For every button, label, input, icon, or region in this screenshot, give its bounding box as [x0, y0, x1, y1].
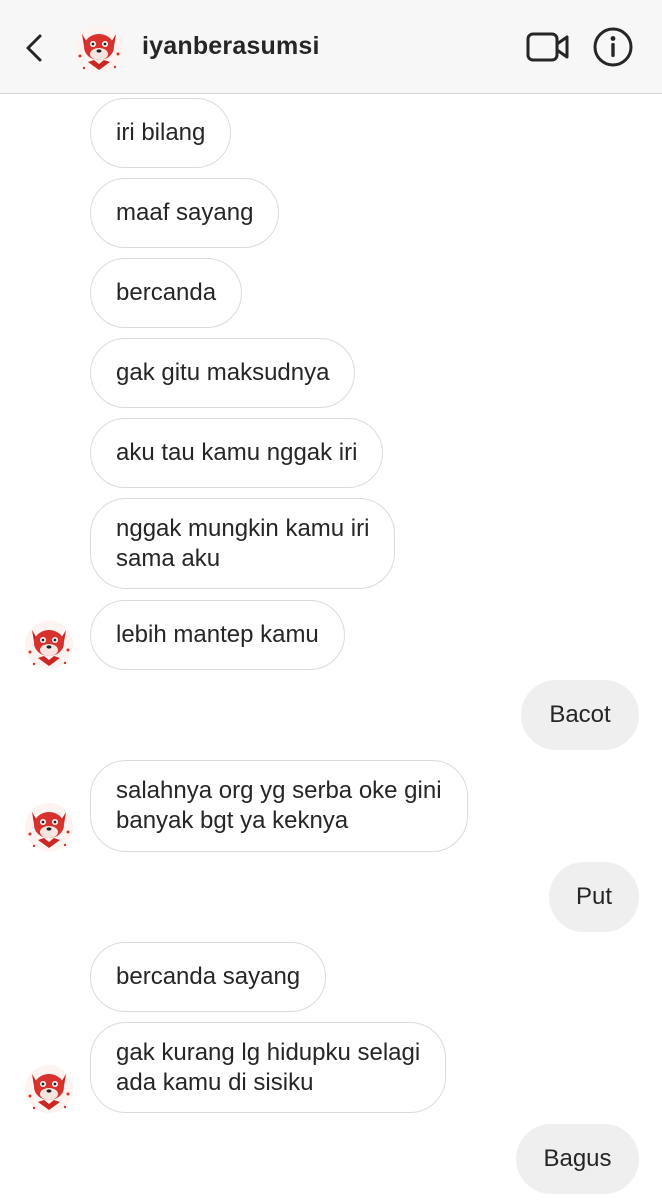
incoming-message[interactable]: aku tau kamu nggak iri [90, 418, 384, 488]
message-text-line: nggak mungkin kamu iri [116, 514, 370, 542]
outgoing-message[interactable]: Put [549, 862, 639, 932]
video-call-button[interactable] [526, 30, 570, 66]
message-text: Bagus [543, 1145, 612, 1172]
message-text: gak gitu maksudnya [116, 359, 330, 386]
incoming-message[interactable]: nggak mungkin kamu iri sama aku [90, 498, 396, 589]
message-text-line: gak kurang lg hidupku selagi [116, 1038, 421, 1066]
sender-avatar[interactable] [24, 620, 74, 670]
message-text: iri bilang [116, 119, 206, 146]
sender-avatar[interactable] [24, 1064, 74, 1114]
message-text: bercanda sayang [116, 963, 301, 990]
message-text-line: sama aku [116, 544, 221, 572]
info-icon [593, 27, 633, 67]
message-text: Put [575, 883, 613, 910]
message-text: lebih mantep kamu [116, 621, 319, 648]
message-text-line: salahnya org yg serba oke gini [116, 777, 442, 804]
incoming-message[interactable]: gak kurang lg hidupku selagi ada kamu di… [90, 1022, 447, 1113]
sender-avatar[interactable] [24, 802, 74, 852]
back-button[interactable] [20, 28, 50, 68]
message-text: bercanda [116, 279, 217, 306]
incoming-message[interactable]: bercanda [90, 258, 243, 328]
incoming-message[interactable]: lebih mantep kamu [90, 600, 345, 670]
profile-avatar[interactable] [74, 24, 124, 74]
message-text: Bacot [549, 701, 611, 728]
incoming-message[interactable]: iri bilang [90, 98, 232, 168]
incoming-message[interactable]: maaf sayang [90, 178, 280, 248]
video-camera-icon [526, 32, 569, 62]
incoming-message[interactable]: bercanda sayang [90, 942, 327, 1012]
chevron-left-icon [26, 34, 42, 62]
message-text-line: ada kamu di sisiku [116, 1068, 314, 1096]
incoming-message[interactable]: gak gitu maksudnya [90, 338, 356, 408]
message-text: aku tau kamu nggak iri [116, 439, 358, 466]
outgoing-message[interactable]: Bacot [521, 680, 639, 750]
message-text-line: banyak bgt ya keknya [116, 807, 349, 834]
chat-header: iyanberasumsi [0, 0, 662, 94]
incoming-message[interactable]: salahnya org yg serba oke gini banyak bg… [90, 760, 468, 852]
outgoing-message[interactable]: Bagus [516, 1124, 639, 1194]
message-text: maaf sayang [116, 199, 254, 226]
username-label[interactable]: iyanberasumsi [142, 32, 320, 61]
info-button[interactable] [592, 26, 634, 68]
